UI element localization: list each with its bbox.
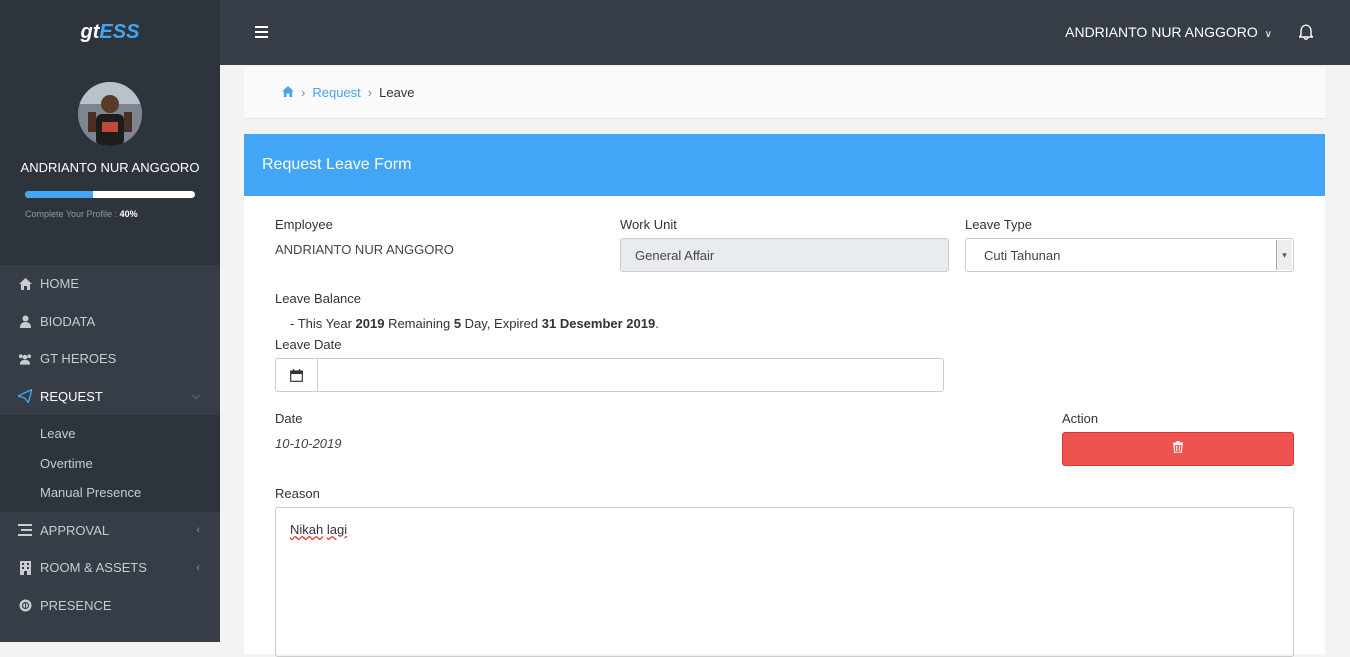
sidebar-item-home[interactable]: HOME [0, 265, 220, 303]
user-icon [18, 314, 32, 328]
work-unit-value: General Affair [635, 247, 715, 263]
select-arrow-icon[interactable]: ▾ [1276, 240, 1292, 270]
home-icon[interactable] [282, 85, 294, 100]
action-column-label: Action [1062, 411, 1099, 426]
reason-textarea[interactable]: Nikah lagi [275, 507, 1294, 657]
chevron-left-icon: ‹ [196, 561, 200, 574]
profile-panel: ANDRIANTO NUR ANGGORO Complete Your Prof… [0, 65, 220, 265]
delete-date-button[interactable] [1062, 432, 1294, 466]
work-unit-field: General Affair [620, 238, 949, 272]
logo-text-gt: gt [80, 21, 100, 43]
main-content: › Request › Leave Request Leave Form Emp… [220, 65, 1350, 657]
chevron-down-icon: ∨ [1264, 29, 1272, 40]
double-chevron-down-icon: ⌵ [191, 389, 200, 402]
sidebar-item-request[interactable]: REQUEST ⌵ [0, 378, 220, 416]
leave-date-label: Leave Date [275, 337, 342, 352]
calendar-icon[interactable] [276, 359, 318, 391]
breadcrumb-separator-icon: › [301, 85, 306, 100]
work-unit-label: Work Unit [620, 217, 677, 232]
leave-type-value: Cuti Tahunan [984, 247, 1061, 263]
leave-date-group [275, 358, 944, 392]
chevron-left-icon: ‹ [196, 524, 200, 537]
breadcrumb-separator-icon: › [367, 85, 373, 100]
leave-date-input[interactable] [319, 359, 943, 391]
sidebar-item-biodata[interactable]: BIODATA [0, 303, 220, 341]
fingerprint-icon [18, 598, 32, 612]
sidebar-item-label: REQUEST [40, 388, 103, 404]
breadcrumb: › Request › Leave [244, 67, 1325, 119]
sidebar-item-label: GT HEROES [40, 351, 117, 367]
balance-year: 2019 [355, 316, 385, 331]
sidebar-item-gt-heroes[interactable]: GT HEROES [0, 340, 220, 378]
sidebar-item-label: BIODATA [40, 313, 96, 329]
leave-balance-label: Leave Balance [275, 291, 362, 306]
profile-progress-text: Complete Your Profile : 40% [25, 209, 138, 219]
profile-progress-fill [25, 191, 93, 198]
sidebar-item-label: HOME [40, 276, 79, 292]
reason-word: Nikah [290, 522, 324, 537]
breadcrumb-request-link[interactable]: Request [312, 85, 360, 100]
submenu-item-leave[interactable]: Leave [0, 419, 220, 449]
employee-label: Employee [275, 217, 333, 232]
sidebar-item-label: PRESENCE [40, 597, 112, 613]
user-menu[interactable]: ANDRIANTO NUR ANGGORO ∨ [1065, 24, 1272, 40]
trash-icon [1173, 440, 1183, 458]
topbar: ANDRIANTO NUR ANGGORO ∨ [220, 0, 1350, 65]
sidebar-item-label: ROOM & ASSETS [40, 560, 147, 576]
profile-progress-value: 40% [119, 209, 138, 219]
building-icon [18, 560, 32, 575]
submenu-item-overtime[interactable]: Overtime [0, 449, 220, 479]
leave-type-label: Leave Type [965, 217, 1032, 232]
balance-expired: 31 Desember 2019 [541, 316, 656, 331]
users-icon [18, 352, 32, 366]
leave-balance-text: - This Year 2019 Remaining 5 Day, Expire… [290, 316, 659, 331]
request-submenu: Leave Overtime Manual Presence [0, 415, 220, 512]
paper-plane-icon [18, 389, 32, 404]
date-value: 10-10-2019 [275, 436, 342, 451]
card-title: Request Leave Form [244, 134, 1325, 196]
sidebar-item-presence[interactable]: PRESENCE [0, 587, 220, 625]
profile-progress-bar [25, 191, 195, 198]
sidebar: gt ESS ANDRIANTO NUR ANGGORO Complete You… [0, 0, 220, 642]
user-menu-name: ANDRIANTO NUR ANGGORO [1065, 24, 1258, 40]
profile-name: ANDRIANTO NUR ANGGORO [20, 160, 200, 175]
avatar[interactable] [78, 82, 142, 146]
sidebar-nav: HOME BIODATA GT HEROES REQUEST ⌵ Leave O… [0, 265, 220, 624]
sidebar-item-approval[interactable]: APPROVAL ‹ [0, 512, 220, 550]
logo-text-ess: ESS [99, 21, 140, 43]
request-leave-card: Request Leave Form Employee ANDRIANTO NU… [244, 134, 1325, 657]
leave-type-select[interactable]: Cuti Tahunan ▾ [965, 238, 1294, 272]
app-logo[interactable]: gt ESS [0, 0, 220, 65]
date-column-label: Date [275, 411, 303, 426]
bell-icon[interactable] [1298, 24, 1315, 40]
submenu-item-manual-presence[interactable]: Manual Presence [0, 478, 220, 508]
menu-toggle-icon[interactable] [255, 26, 268, 41]
home-icon [18, 277, 32, 291]
sidebar-item-room-assets[interactable]: ROOM & ASSETS ‹ [0, 549, 220, 587]
balance-days: 5 [453, 316, 462, 331]
breadcrumb-current: Leave [379, 85, 415, 100]
employee-value: ANDRIANTO NUR ANGGORO [275, 242, 454, 257]
list-icon [18, 523, 32, 537]
reason-word: lagi [326, 522, 348, 537]
reason-label: Reason [275, 486, 320, 501]
sidebar-item-label: APPROVAL [40, 522, 110, 538]
